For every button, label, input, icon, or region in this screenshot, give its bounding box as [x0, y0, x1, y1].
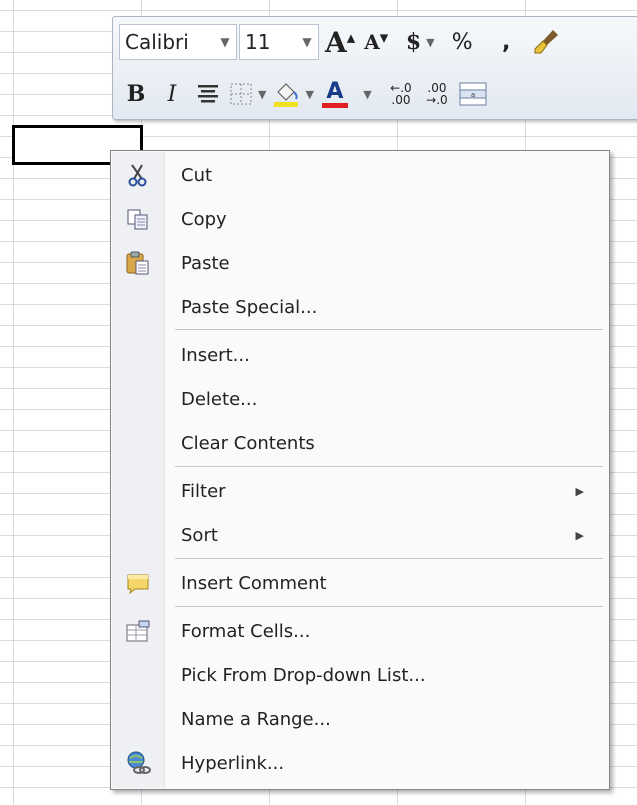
grow-font-icon: A▲ [325, 25, 356, 59]
menu-item-label: Format Cells... [181, 620, 311, 642]
menu-item-label: Paste [181, 252, 230, 274]
format-painter-button[interactable] [531, 24, 561, 60]
font-color-icon: A [326, 78, 344, 104]
menu-item-pick-from-list[interactable]: Pick From Drop-down List... [112, 655, 608, 695]
menu-item-label: Insert... [181, 344, 250, 366]
comment-icon [127, 574, 149, 595]
format-cells-icon [126, 620, 150, 642]
menu-item-cut[interactable]: Cut [112, 155, 608, 195]
font-color-button[interactable]: A [320, 76, 350, 112]
italic-icon: I [167, 81, 177, 107]
merge-center-button[interactable]: a [458, 76, 488, 112]
context-menu: Cut Copy Paste Paste Special... Insert..… [110, 150, 610, 790]
comma-style-button[interactable]: , [491, 24, 521, 60]
mini-toolbar-row-2: B I ▼ ▼ A ▼ ←.0 .00 .00 →.0 a [119, 75, 488, 113]
menu-separator [175, 558, 603, 560]
percent-style-button[interactable]: % [447, 24, 477, 60]
menu-item-label: Filter [181, 480, 226, 502]
mini-toolbar-row-1: Calibri ▼ 11 ▼ A▲ A▼ $ ▼ % , [119, 23, 561, 61]
menu-item-label: Copy [181, 208, 227, 230]
menu-item-label: Hyperlink... [181, 752, 285, 774]
chevron-down-icon[interactable]: ▼ [426, 36, 434, 49]
menu-item-name-a-range[interactable]: Name a Range... [112, 699, 608, 739]
mini-toolbar: Calibri ▼ 11 ▼ A▲ A▼ $ ▼ % , B I ▼ ▼ A ▼… [112, 16, 637, 120]
chevron-down-icon[interactable]: ▼ [258, 88, 266, 101]
accounting-format-button[interactable]: $ ▼ [405, 24, 435, 60]
submenu-arrow-icon: ▶ [575, 528, 584, 542]
menu-separator [175, 606, 603, 608]
increase-decimal-icon: ←.0 .00 [390, 81, 412, 107]
menu-item-label: Cut [181, 164, 213, 186]
shrink-font-button[interactable]: A▼ [361, 24, 391, 60]
menu-item-format-cells[interactable]: Format Cells... [112, 611, 608, 651]
menu-item-label: Paste Special... [181, 296, 318, 318]
merge-cells-icon: a [459, 82, 487, 106]
borders-button[interactable]: ▼ [229, 76, 266, 112]
center-align-icon [198, 85, 218, 103]
chevron-down-icon[interactable]: ▼ [214, 35, 236, 49]
menu-item-insert[interactable]: Insert... [112, 335, 608, 375]
paint-bucket-icon [274, 83, 299, 107]
menu-item-label: Clear Contents [181, 432, 315, 454]
borders-icon [230, 83, 252, 105]
menu-item-clear-contents[interactable]: Clear Contents [112, 423, 608, 463]
hyperlink-icon [127, 751, 151, 774]
menu-item-label: Pick From Drop-down List... [181, 664, 426, 686]
menu-item-insert-comment[interactable]: Insert Comment [112, 563, 608, 603]
copy-icon [127, 209, 148, 230]
italic-button[interactable]: I [157, 76, 187, 112]
menu-separator [175, 329, 603, 331]
font-name-combo[interactable]: Calibri ▼ [119, 24, 237, 60]
bold-icon: B [126, 81, 146, 107]
menu-item-paste[interactable]: Paste [112, 243, 608, 283]
submenu-arrow-icon: ▶ [575, 484, 584, 498]
font-size-combo[interactable]: 11 ▼ [239, 24, 319, 60]
menu-item-label: Name a Range... [181, 708, 331, 730]
fill-color-button[interactable]: ▼ [272, 76, 314, 112]
percent-icon: % [451, 29, 473, 55]
font-name-value: Calibri [125, 30, 189, 54]
menu-separator [175, 466, 603, 468]
menu-item-label: Delete... [181, 388, 258, 410]
chevron-down-icon: ▼ [363, 87, 372, 101]
menu-item-delete[interactable]: Delete... [112, 379, 608, 419]
comma-icon: , [502, 29, 511, 55]
menu-item-copy[interactable]: Copy [112, 199, 608, 239]
font-color-swatch [321, 102, 348, 108]
paste-icon [126, 251, 149, 275]
bold-button[interactable]: B [121, 76, 151, 112]
currency-icon: $ [405, 29, 422, 55]
svg-text:a: a [471, 91, 475, 99]
chevron-down-icon[interactable]: ▼ [296, 35, 318, 49]
shrink-font-icon: A▼ [364, 30, 389, 54]
chevron-down-icon[interactable]: ▼ [305, 88, 313, 101]
decrease-decimal-button[interactable]: .00 →.0 [422, 76, 452, 112]
scissors-icon [128, 164, 147, 187]
grow-font-button[interactable]: A▲ [325, 24, 355, 60]
menu-item-hyperlink[interactable]: Hyperlink... [112, 743, 608, 783]
menu-item-sort[interactable]: Sort ▶ [112, 515, 608, 555]
font-color-dropdown[interactable]: ▼ [350, 76, 380, 112]
menu-item-paste-special[interactable]: Paste Special... [112, 287, 608, 327]
menu-item-filter[interactable]: Filter ▶ [112, 471, 608, 511]
menu-item-label: Insert Comment [181, 572, 327, 594]
decrease-decimal-icon: .00 →.0 [426, 81, 448, 107]
menu-item-label: Sort [181, 524, 218, 546]
increase-decimal-button[interactable]: ←.0 .00 [386, 76, 416, 112]
font-size-value: 11 [245, 30, 271, 54]
center-align-button[interactable] [193, 76, 223, 112]
paintbrush-icon [534, 30, 559, 54]
